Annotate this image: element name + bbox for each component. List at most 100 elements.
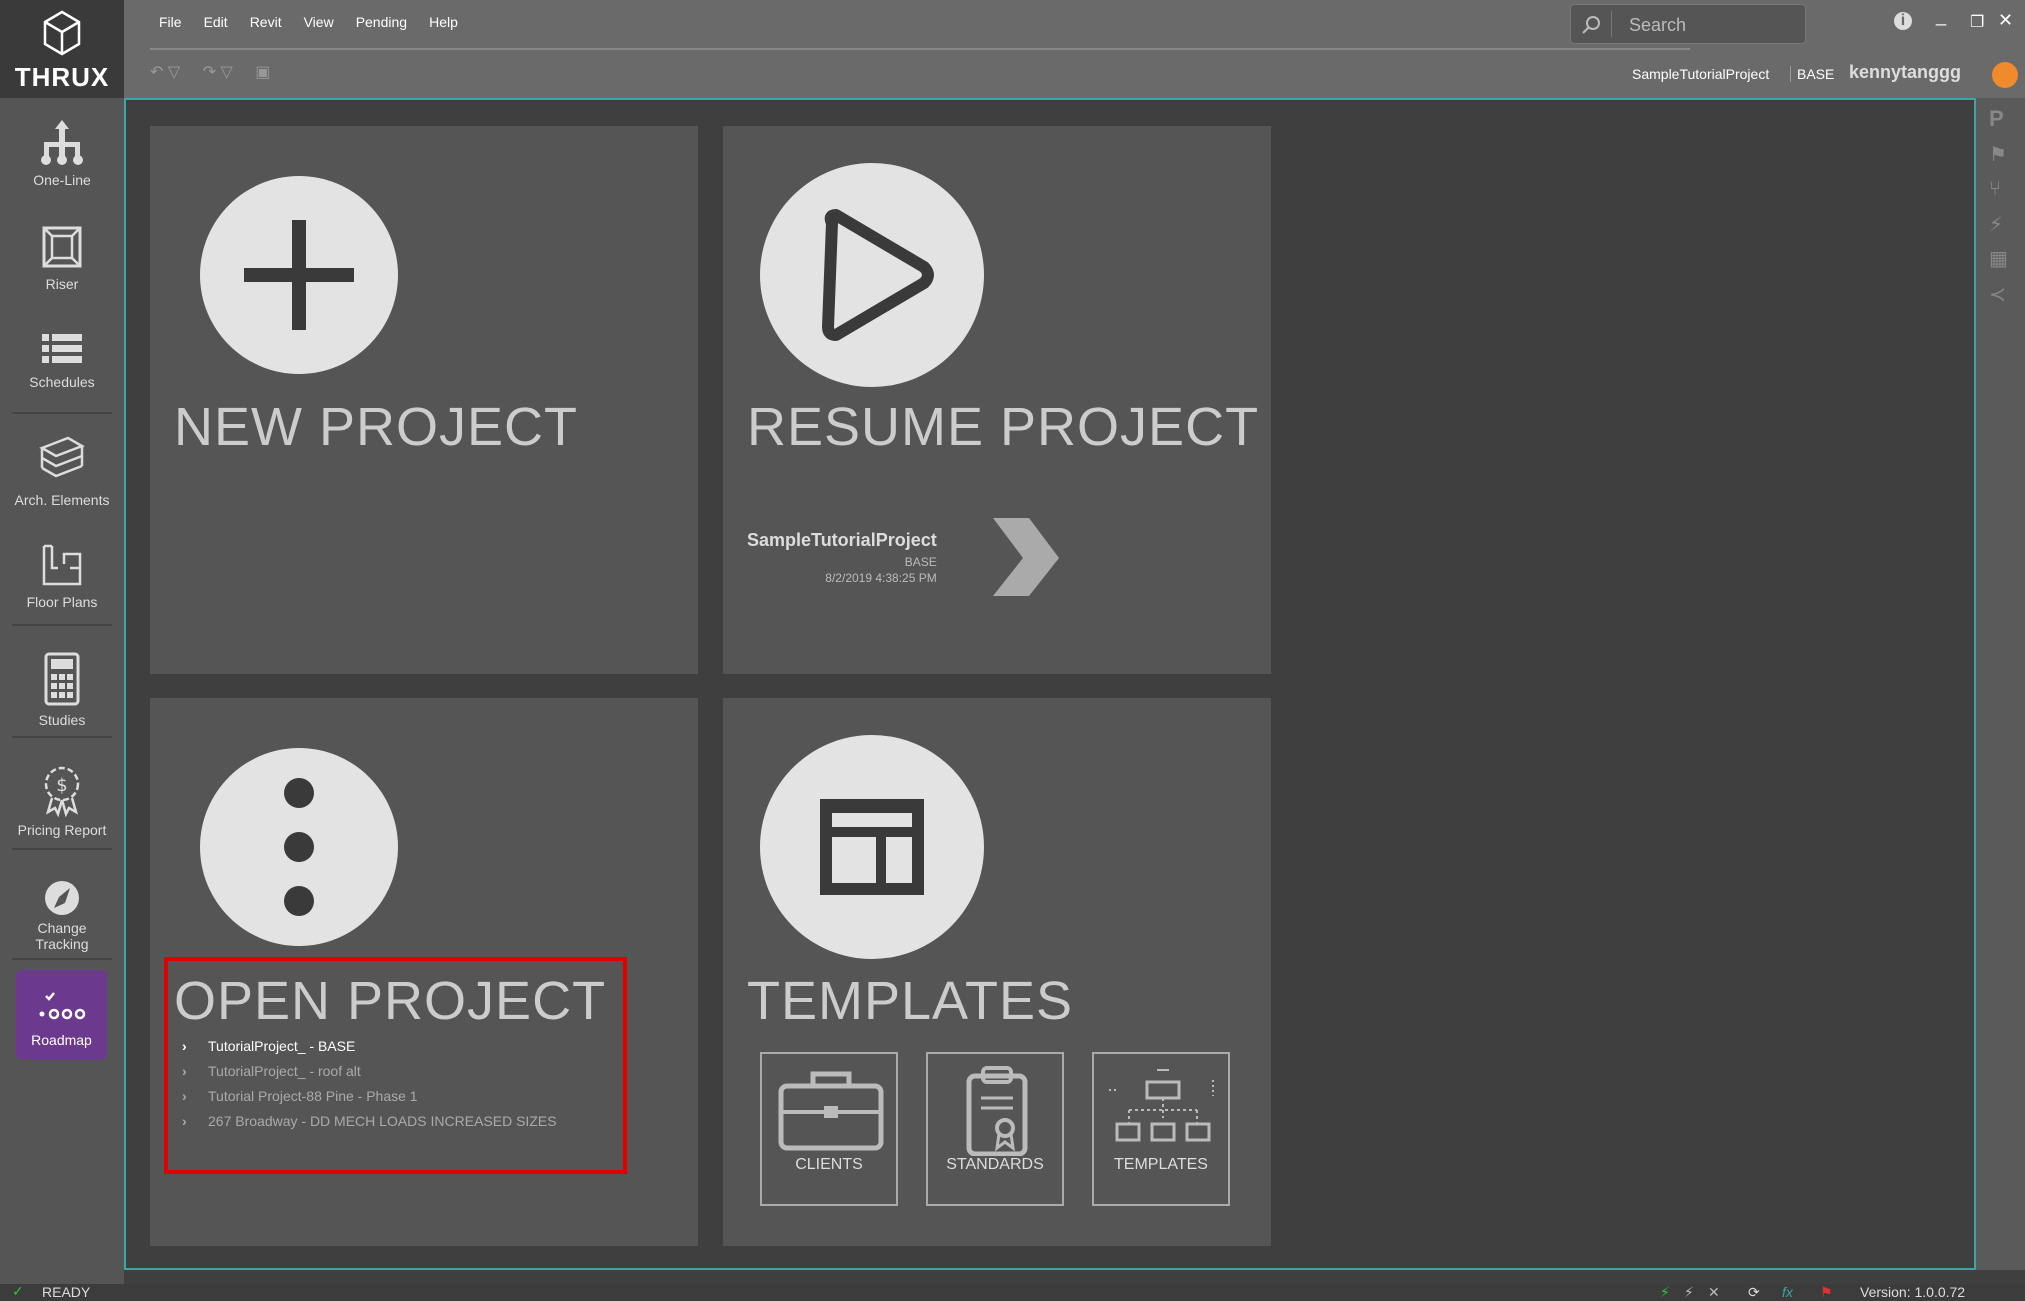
app-logo: THRUX bbox=[0, 0, 124, 98]
sidebar-item-label: Roadmap bbox=[31, 1032, 92, 1048]
sidebar-item-label: One-Line bbox=[33, 172, 91, 188]
sidebar-item-arch-elements[interactable]: Arch. Elements bbox=[0, 434, 124, 508]
thrux-logo-icon bbox=[43, 10, 81, 56]
grid-icon[interactable]: ▦ bbox=[1989, 246, 2008, 271]
sidebar-item-label: Studies bbox=[38, 712, 86, 728]
menu-file[interactable]: File bbox=[148, 14, 193, 30]
briefcase-icon bbox=[778, 1071, 884, 1151]
schedules-icon bbox=[42, 334, 82, 363]
tile-title: NEW PROJECT bbox=[174, 397, 579, 457]
p-icon[interactable]: P bbox=[1989, 106, 2004, 132]
right-toolbar: P ⚑ ⑂ ⚡ ▦ ≺ bbox=[1976, 98, 2025, 1270]
sidebar-item-studies[interactable]: Studies bbox=[0, 652, 124, 728]
sidebar-item-label: Pricing Report bbox=[17, 822, 107, 838]
redo-icon[interactable]: ↷ ▽ bbox=[203, 64, 233, 81]
check-icon: ✓ bbox=[12, 1283, 24, 1299]
search-box bbox=[1570, 4, 1806, 44]
one-line-icon bbox=[41, 120, 83, 165]
current-branch[interactable]: BASE bbox=[1790, 66, 1834, 82]
sidebar-divider bbox=[12, 848, 112, 850]
sidebar-divider bbox=[12, 624, 112, 626]
sidebar-divider bbox=[12, 412, 112, 414]
search-divider bbox=[1611, 11, 1612, 37]
status-bar: ✓ READY ⚡ ⚡ ✕ ⟳ fx ⚑ Version: 1.0.0.72 bbox=[0, 1283, 2025, 1301]
info-icon[interactable]: i bbox=[1894, 12, 1912, 30]
template-button-label: STANDARDS bbox=[946, 1156, 1044, 1173]
formula-icon[interactable]: fx bbox=[1782, 1284, 1793, 1300]
highlight-box bbox=[164, 957, 627, 1174]
roadmap-icon bbox=[39, 992, 85, 1020]
flag-icon[interactable]: ⚑ bbox=[1820, 1284, 1833, 1301]
templates-tile[interactable]: TEMPLATES CLIENTS STANDARDS TEMPLATES bbox=[723, 698, 1271, 1246]
svg-text:$: $ bbox=[56, 775, 67, 796]
search-input[interactable] bbox=[1627, 11, 1801, 39]
sidebar-item-one-line[interactable]: One-Line bbox=[0, 118, 124, 188]
share-icon[interactable]: ≺ bbox=[1989, 282, 2006, 307]
recent-project-branch: BASE bbox=[904, 555, 937, 569]
play-icon bbox=[760, 163, 984, 387]
sidebar-item-label: Arch. Elements bbox=[14, 492, 110, 508]
minimize-icon[interactable]: _ bbox=[1936, 6, 1946, 27]
avatar[interactable] bbox=[1992, 62, 2018, 88]
restore-icon[interactable]: ❐ bbox=[1970, 12, 1984, 32]
hierarchy-icon bbox=[1109, 1069, 1214, 1142]
menu-view[interactable]: View bbox=[293, 14, 345, 30]
status-text: READY bbox=[42, 1284, 91, 1300]
disconnect-icon[interactable]: ✕ bbox=[1708, 1284, 1720, 1301]
sidebar-item-roadmap[interactable]: Roadmap bbox=[16, 970, 107, 1060]
sidebar-item-floor-plans[interactable]: Floor Plans bbox=[0, 540, 124, 610]
version-label: Version: 1.0.0.72 bbox=[1860, 1284, 1966, 1300]
close-icon[interactable]: ✕ bbox=[1998, 10, 2013, 31]
sidebar-item-label: Floor Plans bbox=[26, 594, 98, 610]
clipboard-icon bbox=[966, 1066, 1028, 1156]
search-icon bbox=[1582, 16, 1600, 34]
template-button-label: TEMPLATES bbox=[1114, 1156, 1208, 1173]
menu-pending[interactable]: Pending bbox=[345, 14, 418, 30]
pricing-report-icon: $ bbox=[44, 766, 80, 818]
resume-project-tile[interactable]: RESUME PROJECT SampleTutorialProject BAS… bbox=[723, 126, 1271, 674]
sidebar-item-change-tracking[interactable]: Change Tracking bbox=[0, 880, 124, 952]
sidebar-item-label: Schedules bbox=[29, 374, 95, 390]
left-sidebar: THRUX One-Line Riser Schedules Arch. Ele… bbox=[0, 0, 124, 1284]
recent-project-name: SampleTutorialProject bbox=[747, 530, 937, 550]
standards-button[interactable]: STANDARDS bbox=[926, 1052, 1064, 1206]
recent-project-date: 8/2/2019 4:38:25 PM bbox=[825, 571, 937, 585]
sidebar-item-pricing-report[interactable]: $ Pricing Report bbox=[0, 762, 124, 838]
sidebar-item-label: Tracking bbox=[35, 936, 89, 952]
layout-icon bbox=[760, 735, 984, 959]
menu-edit[interactable]: Edit bbox=[193, 14, 239, 30]
menu-revit[interactable]: Revit bbox=[239, 14, 293, 30]
unlink-icon[interactable]: ⚡ bbox=[1989, 212, 2003, 237]
change-tracking-icon bbox=[45, 881, 79, 915]
recent-project[interactable]: SampleTutorialProject BASE 8/2/2019 4:38… bbox=[747, 530, 937, 585]
menu-bar: File Edit Revit View Pending Help bbox=[148, 14, 469, 30]
plus-icon bbox=[200, 176, 398, 374]
sidebar-item-riser[interactable]: Riser bbox=[0, 222, 124, 292]
branch-icon[interactable]: ⑂ bbox=[1989, 178, 2001, 201]
current-project-name[interactable]: SampleTutorialProject bbox=[1632, 66, 1769, 82]
riser-icon bbox=[42, 226, 82, 268]
clients-button[interactable]: CLIENTS bbox=[760, 1052, 898, 1206]
menu-help[interactable]: Help bbox=[418, 14, 469, 30]
toolbar: ↶ ▽ ↷ ▽ ▣ bbox=[150, 62, 288, 82]
flag-icon[interactable]: ⚑ bbox=[1989, 142, 2007, 167]
sidebar-item-schedules[interactable]: Schedules bbox=[0, 328, 124, 390]
sidebar-item-label: Riser bbox=[45, 276, 79, 292]
save-icon[interactable]: ▣ bbox=[255, 64, 270, 81]
arch-elements-icon bbox=[39, 436, 85, 478]
new-project-tile[interactable]: NEW PROJECT bbox=[150, 126, 698, 674]
sidebar-item-label: Change bbox=[37, 920, 87, 936]
undo-icon[interactable]: ↶ ▽ bbox=[150, 64, 180, 81]
templates-button[interactable]: TEMPLATES bbox=[1092, 1052, 1230, 1206]
username[interactable]: kennytanggg bbox=[1849, 62, 1961, 83]
power-status-icon[interactable]: ⚡ bbox=[1660, 1284, 1670, 1301]
power-status-icon[interactable]: ⚡ bbox=[1684, 1284, 1694, 1301]
sync-icon[interactable]: ⟳ bbox=[1748, 1284, 1760, 1301]
more-vertical-icon bbox=[200, 748, 398, 946]
tile-title: TEMPLATES bbox=[747, 971, 1074, 1031]
sidebar-divider bbox=[12, 958, 112, 960]
tile-title: RESUME PROJECT bbox=[747, 397, 1260, 457]
chevron-right-icon[interactable] bbox=[993, 518, 1063, 598]
floor-plans-icon bbox=[42, 544, 82, 586]
studies-icon bbox=[44, 652, 80, 706]
